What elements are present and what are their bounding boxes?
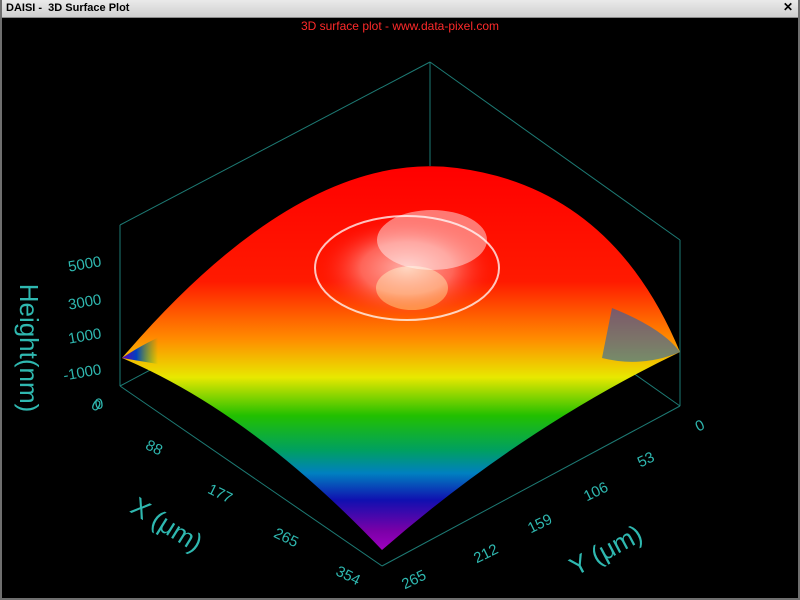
y-tick-label: 265 [399, 567, 429, 593]
z-tick-label: 3000 [67, 291, 103, 314]
y-tick-label: 212 [471, 541, 501, 567]
y-tick-label: 53 [635, 449, 657, 472]
z-tick-label: -1000 [62, 361, 103, 384]
app-window: DAISI - 3D Surface Plot ✕ 3D surface plo… [0, 0, 800, 600]
surface-plot: 3D surface plot - www.data-pixel.com 0 88… [14, 19, 708, 593]
x-tick-label: 88 [143, 437, 165, 460]
title-bar[interactable]: DAISI - 3D Surface Plot ✕ [2, 0, 798, 18]
y-tick-label: 106 [581, 479, 611, 505]
y-axis-title: Y (μm) [564, 518, 647, 581]
z-axis-title: Height(nm) [14, 284, 44, 413]
x-axis-title: X (μm) [126, 491, 208, 558]
close-icon[interactable]: ✕ [781, 1, 795, 14]
x-tick-label: 354 [333, 563, 363, 589]
x-tick-label: 177 [205, 481, 235, 507]
x-tick-label: 265 [271, 525, 301, 551]
z-tick-label: 0 [94, 395, 105, 413]
z-tick-label: 5000 [67, 253, 103, 276]
y-tick-label: 159 [525, 511, 555, 537]
window-title: DAISI - 3D Surface Plot [6, 2, 130, 14]
chart-title: 3D surface plot - www.data-pixel.com [301, 19, 499, 33]
y-tick-label: 0 [693, 416, 708, 435]
z-tick-label: 1000 [67, 325, 103, 348]
